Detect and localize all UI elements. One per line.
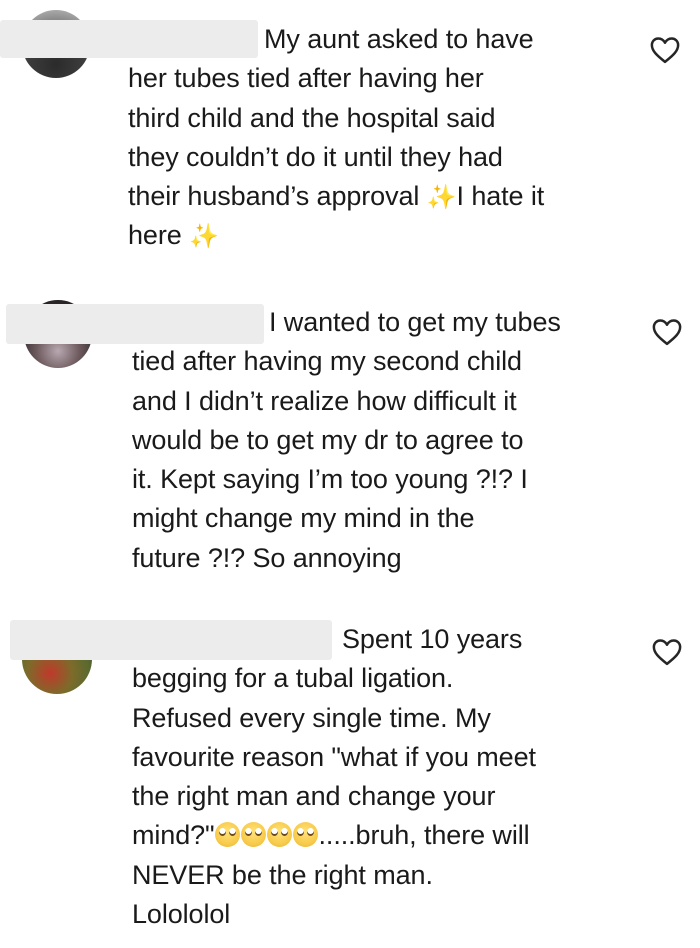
sparkles-icon: ✨	[426, 184, 457, 212]
eye-roll-face-icon	[266, 822, 292, 848]
comment-line: My aunt asked to have	[264, 24, 534, 54]
comment-line: I wanted to get my tubes	[269, 307, 561, 337]
comment-line: Spent 10 years	[342, 624, 523, 654]
comment-text: I wanted to get my tubes tied after havi…	[132, 303, 561, 578]
comment-text: My aunt asked to have her tubes tied aft…	[128, 20, 544, 256]
heart-outline-icon[interactable]	[652, 638, 682, 666]
comment-item: I wanted to get my tubes tied after havi…	[0, 290, 700, 590]
eye-roll-face-icon	[214, 822, 240, 848]
comment-line: Refused every single time. My	[132, 702, 491, 733]
comment-line: and I didn’t realize how difficult it	[132, 385, 517, 416]
comment-line-part: their husband’s approval	[128, 181, 420, 212]
comment-line: future ?!? So annoying	[132, 542, 402, 573]
heart-outline-icon[interactable]	[652, 318, 682, 346]
comment-line: here ✨	[128, 216, 544, 255]
comment-line: would be to get my dr to agree to	[132, 424, 524, 455]
comment-line: tied after having my second child	[132, 346, 522, 377]
comment-line-part: here	[128, 220, 182, 251]
comment-line: NEVER be the right man.	[132, 859, 433, 890]
comment-line: might change my mind in the	[132, 503, 475, 534]
sparkles-icon: ✨	[189, 223, 219, 251]
eye-roll-face-icon	[292, 822, 318, 848]
comment-line: they couldn’t do it until they had	[128, 141, 503, 172]
comment-line: mind?" .....bruh, there will	[132, 816, 536, 855]
eye-roll-face-icon	[240, 822, 266, 848]
comment-line: third child and the hospital said	[128, 102, 496, 133]
comment-line: their husband’s approval ✨I hate it	[128, 177, 544, 216]
comment-line: the right man and change your	[132, 781, 496, 812]
comment-line-part: .....bruh, there will	[318, 820, 530, 851]
comment-text: Spent 10 years begging for a tubal ligat…	[132, 620, 536, 934]
comment-line: her tubes tied after having her	[128, 63, 484, 94]
comment-line: favourite reason "what if you meet	[132, 741, 536, 772]
comment-item: Spent 10 years begging for a tubal ligat…	[0, 610, 700, 940]
comment-line: it. Kept saying I’m too young ?!? I	[132, 464, 528, 495]
comment-item: My aunt asked to have her tubes tied aft…	[0, 0, 700, 270]
comment-line-part: I hate it	[456, 181, 545, 212]
comment-line-part: mind?"	[132, 820, 215, 851]
comment-line: begging for a tubal ligation.	[132, 663, 454, 694]
heart-outline-icon[interactable]	[650, 36, 680, 64]
comment-line: Lolololol	[132, 899, 231, 930]
